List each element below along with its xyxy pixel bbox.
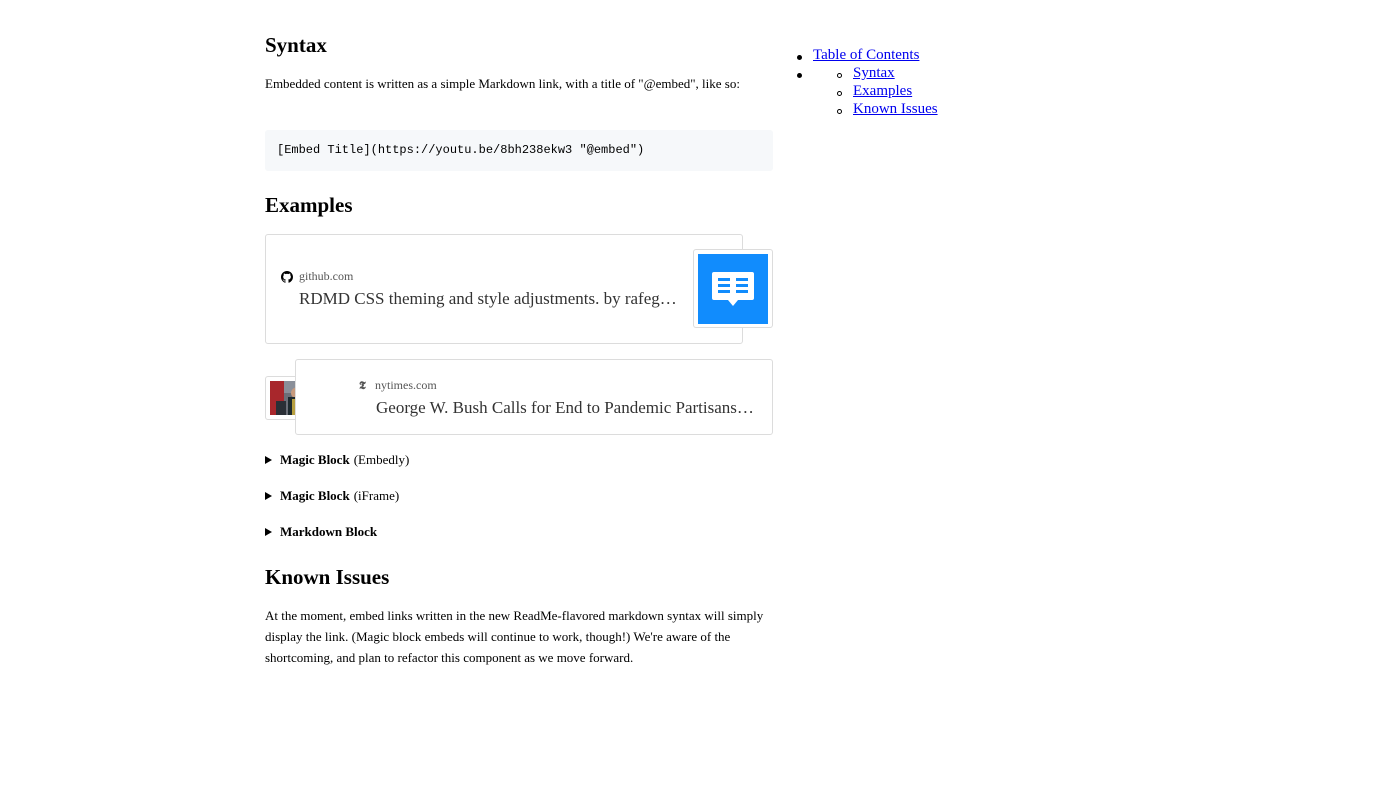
- toc-sub-bullet: [837, 91, 842, 96]
- embed-card-github[interactable]: github.com RDMD CSS theming and style ad…: [265, 234, 743, 344]
- toc-sub-bullet: [837, 109, 842, 114]
- toc-item-examples[interactable]: Examples: [853, 83, 912, 100]
- github-icon: [281, 270, 293, 283]
- details-label-rest: (iFrame): [353, 488, 400, 503]
- disclosure-triangle-icon: [265, 492, 272, 500]
- syntax-heading: Syntax: [265, 33, 327, 57]
- embed-source: 𝕿 nytimes.com: [359, 378, 437, 393]
- embed-source: github.com: [281, 269, 353, 284]
- disclosure-triangle-icon: [265, 456, 272, 464]
- syntax-description: Embedded content is written as a simple …: [265, 76, 740, 91]
- known-issues-heading: Known Issues: [265, 565, 390, 589]
- embed-title[interactable]: George W. Bush Calls for End to Pandemic…: [376, 398, 758, 418]
- known-issues-body: At the moment, embed links written in th…: [265, 608, 764, 665]
- details-label-bold: Markdown Block: [280, 524, 378, 539]
- code-block: [Embed Title](https://youtu.be/8bh238ekw…: [265, 130, 773, 171]
- toc-title-link[interactable]: Table of Contents: [813, 47, 919, 64]
- toc-item-known-issues[interactable]: Known Issues: [853, 101, 938, 118]
- details-label-bold: Magic Block: [280, 488, 350, 503]
- examples-heading: Examples: [265, 193, 353, 217]
- embed-title[interactable]: RDMD CSS theming and style adjustments. …: [299, 289, 679, 309]
- disclosure-triangle-icon: [265, 528, 272, 536]
- toc-bullet: [797, 73, 802, 78]
- details-markdown-block[interactable]: Markdown Block: [265, 524, 381, 540]
- details-label-rest: (Embedly): [353, 452, 410, 467]
- toc-sub-bullet: [837, 73, 842, 78]
- embed-thumbnail[interactable]: [693, 249, 773, 328]
- details-label-bold: Magic Block: [280, 452, 350, 467]
- toc-bullet: [797, 55, 802, 60]
- details-magic-block-iframe[interactable]: Magic Block (iFrame): [265, 488, 399, 504]
- toc-item-syntax[interactable]: Syntax: [853, 65, 895, 82]
- embed-card-nytimes[interactable]: 𝕿 nytimes.com George W. Bush Calls for E…: [295, 359, 773, 435]
- document-icon: [698, 254, 768, 324]
- embed-source-label: github.com: [299, 269, 354, 283]
- details-magic-block-embedly[interactable]: Magic Block (Embedly): [265, 452, 409, 468]
- nyt-icon: 𝕿: [359, 378, 366, 392]
- embed-source-label: nytimes.com: [375, 378, 437, 392]
